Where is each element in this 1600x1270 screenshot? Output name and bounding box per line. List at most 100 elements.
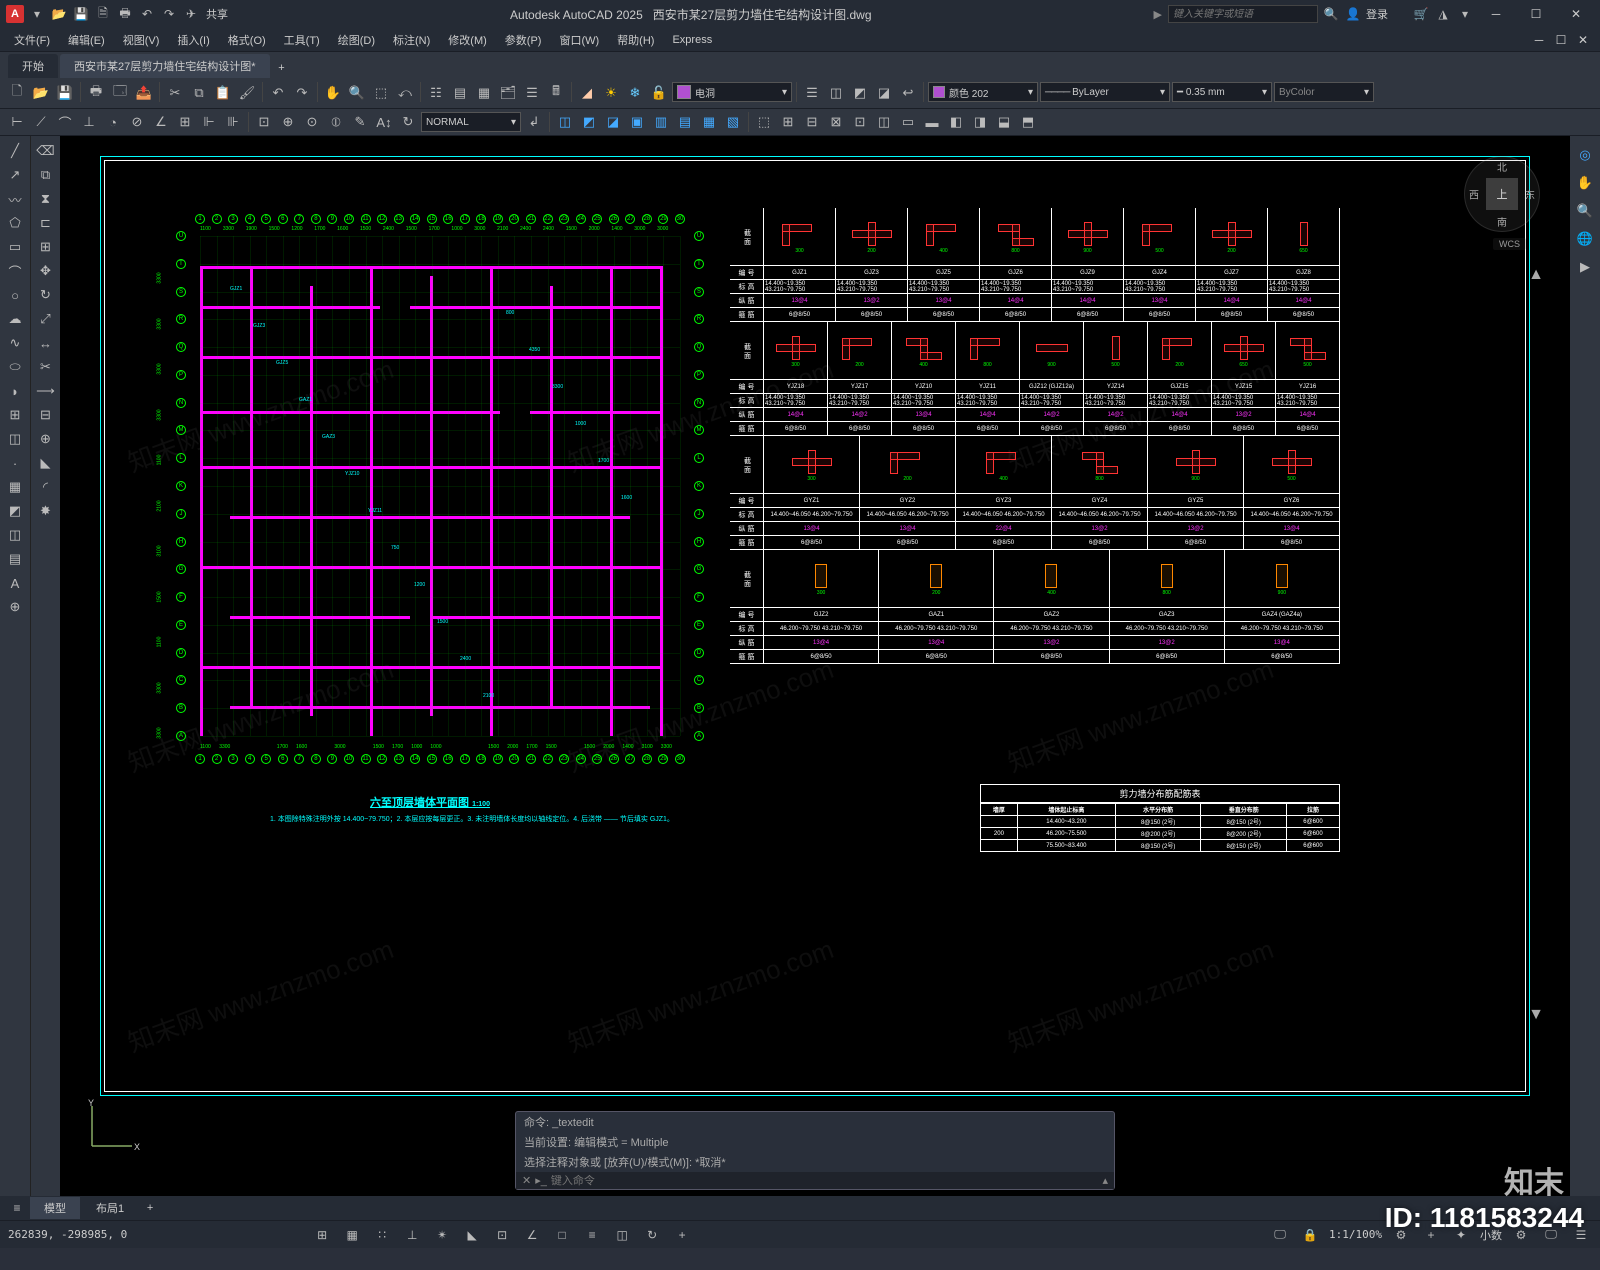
copy-icon[interactable]: ⧉ [188, 82, 210, 104]
toolpalette-icon[interactable]: ▦ [473, 82, 495, 104]
layout-menu-icon[interactable]: ≡ [6, 1198, 28, 1218]
layeroff-icon[interactable]: ◩ [849, 82, 871, 104]
dimstyle-icon[interactable]: ↲ [523, 111, 545, 133]
drawing-canvas[interactable]: 上 北 南 东 西 WCS ▲ ▼ 知末网 www.znzmo.com 知末网 … [60, 136, 1570, 1196]
dim-radius-icon[interactable]: ◔ [102, 111, 124, 133]
zoom-window-icon[interactable]: ⬚ [370, 82, 392, 104]
polygon-icon[interactable]: ⬠ [4, 212, 26, 234]
insert-icon[interactable]: ⊞ [4, 404, 26, 426]
pan-icon[interactable]: ✋ [322, 82, 344, 104]
otrack-icon[interactable]: ∠ [521, 1225, 543, 1245]
mirror-icon[interactable]: ⧗ [35, 188, 57, 210]
ucs-icon[interactable]: XY [82, 1096, 142, 1156]
undo-icon[interactable]: ↶ [267, 82, 289, 104]
match-icon[interactable]: 🖌 [236, 82, 258, 104]
inspect-icon[interactable]: ⊙ [301, 111, 323, 133]
xline-icon[interactable]: ↗ [4, 164, 26, 186]
erase-icon[interactable]: ⌫ [35, 140, 57, 162]
cycle-icon[interactable]: ↻ [641, 1225, 663, 1245]
freeze-icon[interactable]: ❄ [624, 82, 646, 104]
dim-angle-icon[interactable]: ∠ [150, 111, 172, 133]
viewcube-north[interactable]: 北 [1497, 159, 1507, 174]
explode-icon[interactable]: ✸ [35, 500, 57, 522]
menu-modify[interactable]: 修改(M) [440, 30, 495, 50]
scale-icon[interactable]: ⤢ [35, 308, 57, 330]
line-icon[interactable]: ╱ [4, 140, 26, 162]
help-icon[interactable]: ▾ [1456, 5, 1474, 23]
tab-layout1[interactable]: 布局1 [82, 1197, 138, 1219]
osnap-icon[interactable]: ⊡ [491, 1225, 513, 1245]
point-icon[interactable]: · [4, 452, 26, 474]
offset-icon[interactable]: ⊏ [35, 212, 57, 234]
menu-file[interactable]: 文件(F) [6, 30, 58, 50]
user-icon[interactable]: 👤 [1344, 5, 1362, 23]
table-icon[interactable]: ▤ [4, 548, 26, 570]
qat-save-icon[interactable]: 💾 [72, 5, 90, 23]
qcalc-icon[interactable]: 🖩 [545, 82, 567, 104]
workspace-min[interactable]: ─☐✕ [1528, 29, 1594, 51]
b3-icon[interactable]: ◪ [602, 111, 624, 133]
search-icon[interactable]: 🔍 [1322, 5, 1340, 23]
tab-new[interactable]: + [272, 58, 292, 78]
c4-icon[interactable]: ⊠ [825, 111, 847, 133]
tab-start[interactable]: 开始 [8, 54, 58, 78]
navzoom-icon[interactable]: 🔍 [1574, 200, 1596, 222]
menu-help[interactable]: 帮助(H) [609, 30, 662, 50]
b6-icon[interactable]: ▤ [674, 111, 696, 133]
minimize-button[interactable]: ─ [1478, 3, 1514, 25]
arc-icon[interactable]: ⌒ [4, 260, 26, 282]
navorbit-icon[interactable]: 🌐 [1574, 228, 1596, 250]
new-icon[interactable]: 🗋 [6, 82, 28, 104]
rotate-icon[interactable]: ↻ [35, 284, 57, 306]
paste-icon[interactable]: 📋 [212, 82, 234, 104]
c2-icon[interactable]: ⊞ [777, 111, 799, 133]
viewcube[interactable]: 上 北 南 东 西 [1464, 156, 1540, 232]
wcs-label[interactable]: WCS [1493, 238, 1526, 250]
dim-dia-icon[interactable]: ⊘ [126, 111, 148, 133]
dimupdate-icon[interactable]: ↻ [397, 111, 419, 133]
navbar-arrow-down-icon[interactable]: ▼ [1528, 1006, 1544, 1024]
publish-icon[interactable]: 📤 [133, 82, 155, 104]
quickprops-icon[interactable]: 🖵 [1269, 1225, 1291, 1245]
dim-quick-icon[interactable]: ⊞ [174, 111, 196, 133]
open-icon[interactable]: 📂 [30, 82, 52, 104]
zoom-icon[interactable]: 🔍 [346, 82, 368, 104]
layerfrz-icon[interactable]: ◪ [873, 82, 895, 104]
cut-icon[interactable]: ✂ [164, 82, 186, 104]
ortho-icon[interactable]: ⊥ [401, 1225, 423, 1245]
isodraft-icon[interactable]: ◣ [461, 1225, 483, 1245]
qat-redo-icon[interactable]: ↷ [160, 5, 178, 23]
search-input[interactable] [1168, 5, 1318, 23]
designcenter-icon[interactable]: ▤ [449, 82, 471, 104]
c6-icon[interactable]: ◫ [873, 111, 895, 133]
b1-icon[interactable]: ◫ [554, 111, 576, 133]
qat-saveas-icon[interactable]: 🗎 [94, 5, 112, 23]
b5-icon[interactable]: ▥ [650, 111, 672, 133]
addsel-icon[interactable]: ⊕ [4, 596, 26, 618]
join-icon[interactable]: ⊕ [35, 428, 57, 450]
c3-icon[interactable]: ⊟ [801, 111, 823, 133]
snap-icon[interactable]: ∷ [371, 1225, 393, 1245]
dim-cont-icon[interactable]: ⊪ [222, 111, 244, 133]
dim-arc-icon[interactable]: ⌒ [54, 111, 76, 133]
move-icon[interactable]: ✥ [35, 260, 57, 282]
fillet-icon[interactable]: ◜ [35, 476, 57, 498]
region-icon[interactable]: ◫ [4, 524, 26, 546]
dim-linear-icon[interactable]: ⊢ [6, 111, 28, 133]
grid-icon[interactable]: ▦ [341, 1225, 363, 1245]
mtext-icon[interactable]: A [4, 572, 26, 594]
menu-format[interactable]: 格式(O) [220, 30, 274, 50]
extend-icon[interactable]: ⟶ [35, 380, 57, 402]
menu-insert[interactable]: 插入(I) [169, 30, 217, 50]
chamfer-icon[interactable]: ◣ [35, 452, 57, 474]
modelspace-icon[interactable]: ⊞ [311, 1225, 333, 1245]
navpan-icon[interactable]: ✋ [1574, 172, 1596, 194]
menu-window[interactable]: 窗口(W) [551, 30, 607, 50]
annoscale-icon[interactable]: 🔒 [1299, 1225, 1321, 1245]
jog-icon[interactable]: ⦶ [325, 111, 347, 133]
command-window[interactable]: 命令: _textedit 当前设置: 编辑模式 = Multiple 选择注释… [515, 1111, 1115, 1190]
close-button[interactable]: ✕ [1558, 3, 1594, 25]
hatch-icon[interactable]: ▦ [4, 476, 26, 498]
menu-param[interactable]: 参数(P) [497, 30, 550, 50]
maximize-button[interactable]: ☐ [1518, 3, 1554, 25]
